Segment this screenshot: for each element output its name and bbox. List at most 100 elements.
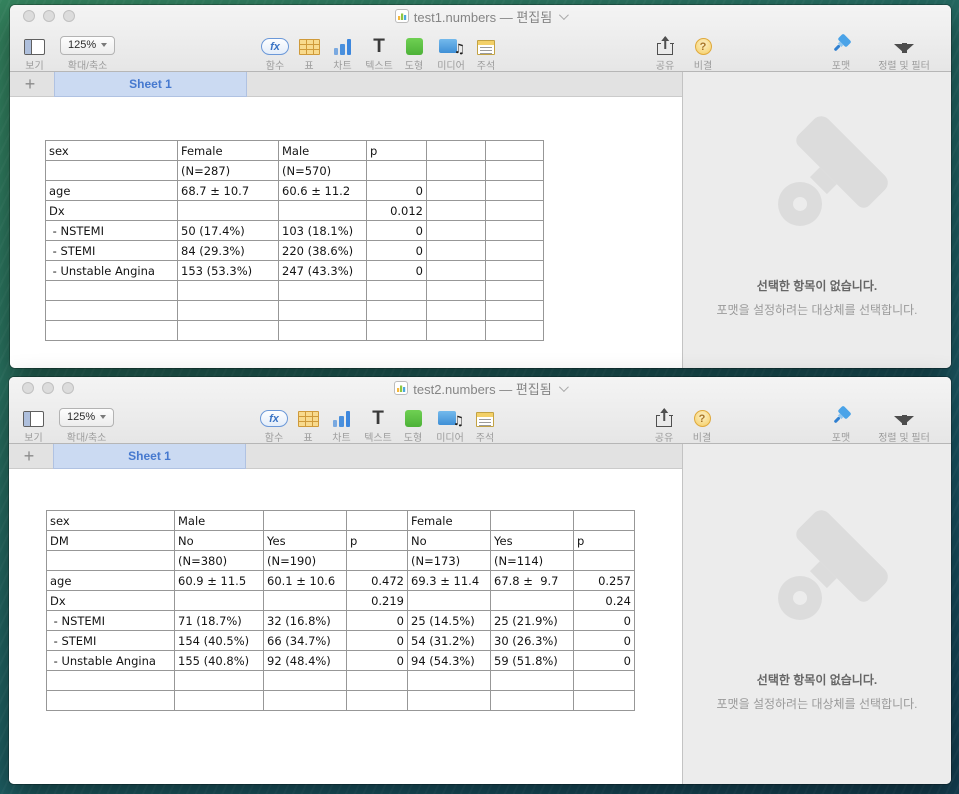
table-cell[interactable] bbox=[486, 161, 544, 181]
table-cell[interactable] bbox=[427, 261, 486, 281]
table-cell[interactable] bbox=[574, 671, 635, 691]
help-button[interactable]: ? 비결 bbox=[688, 30, 718, 72]
table-button[interactable]: 표 bbox=[294, 30, 324, 72]
table-cell[interactable]: Dx bbox=[46, 201, 178, 221]
table-cell[interactable] bbox=[427, 161, 486, 181]
sheet-tab-active[interactable]: Sheet 1 bbox=[53, 444, 246, 469]
add-sheet-button[interactable]: + bbox=[19, 445, 39, 467]
table-cell[interactable]: 50 (17.4%) bbox=[178, 221, 279, 241]
table-cell[interactable]: sex bbox=[47, 511, 175, 531]
table-cell[interactable]: No bbox=[408, 531, 491, 551]
table-cell[interactable]: 0.472 bbox=[347, 571, 408, 591]
table-cell[interactable] bbox=[427, 201, 486, 221]
table-cell[interactable] bbox=[427, 301, 486, 321]
table-cell[interactable] bbox=[486, 241, 544, 261]
title-chevron-icon[interactable] bbox=[559, 10, 569, 20]
table-cell[interactable]: (N=380) bbox=[175, 551, 264, 571]
format-button[interactable]: 포맷 bbox=[821, 30, 861, 72]
table-cell[interactable]: - NSTEMI bbox=[47, 611, 175, 631]
table-cell[interactable] bbox=[491, 671, 574, 691]
table-cell[interactable] bbox=[408, 691, 491, 711]
table-cell[interactable]: 30 (26.3%) bbox=[491, 631, 574, 651]
table-cell[interactable]: 84 (29.3%) bbox=[178, 241, 279, 261]
table-cell[interactable] bbox=[491, 691, 574, 711]
table-cell[interactable] bbox=[427, 141, 486, 161]
zoom-control[interactable]: 125% 확대/축소 bbox=[59, 402, 114, 444]
table-cell[interactable]: 153 (53.3%) bbox=[178, 261, 279, 281]
text-button[interactable]: T 텍스트 bbox=[360, 402, 396, 444]
table-cell[interactable]: Female bbox=[408, 511, 491, 531]
zoom-window-button[interactable] bbox=[62, 382, 74, 394]
table-cell[interactable]: 66 (34.7%) bbox=[264, 631, 347, 651]
sheet-canvas[interactable]: sexMaleFemaleDMNoYespNoYesp(N=380)(N=190… bbox=[9, 469, 682, 784]
media-button[interactable]: ♫ 미디어 bbox=[431, 30, 471, 72]
table-cell[interactable]: 0 bbox=[347, 651, 408, 671]
text-button[interactable]: T 텍스트 bbox=[361, 30, 397, 72]
close-button[interactable] bbox=[22, 382, 34, 394]
table-cell[interactable]: - Unstable Angina bbox=[47, 651, 175, 671]
table-cell[interactable] bbox=[46, 281, 178, 301]
table-cell[interactable] bbox=[574, 691, 635, 711]
table-cell[interactable]: 0 bbox=[574, 631, 635, 651]
table-cell[interactable] bbox=[46, 161, 178, 181]
table-cell[interactable] bbox=[279, 321, 367, 341]
table-cell[interactable]: 69.3 ± 11.4 bbox=[408, 571, 491, 591]
table-cell[interactable] bbox=[427, 221, 486, 241]
table-cell[interactable] bbox=[427, 281, 486, 301]
table-cell[interactable] bbox=[47, 551, 175, 571]
table-cell[interactable] bbox=[427, 241, 486, 261]
table-cell[interactable]: 0 bbox=[367, 181, 427, 201]
comment-button[interactable]: 주석 bbox=[471, 30, 501, 72]
zoom-dropdown[interactable]: 125% bbox=[60, 36, 115, 55]
table-cell[interactable]: 32 (16.8%) bbox=[264, 611, 347, 631]
table-cell[interactable]: age bbox=[47, 571, 175, 591]
table-cell[interactable]: 59 (51.8%) bbox=[491, 651, 574, 671]
table-cell[interactable] bbox=[408, 671, 491, 691]
table-cell[interactable] bbox=[367, 161, 427, 181]
table-cell[interactable] bbox=[264, 591, 347, 611]
table-cell[interactable]: 155 (40.8%) bbox=[175, 651, 264, 671]
comment-button[interactable]: 주석 bbox=[470, 402, 500, 444]
table-cell[interactable] bbox=[279, 301, 367, 321]
table-cell[interactable]: - Unstable Angina bbox=[46, 261, 178, 281]
table-cell[interactable]: 154 (40.5%) bbox=[175, 631, 264, 651]
table-cell[interactable] bbox=[574, 511, 635, 531]
zoom-dropdown[interactable]: 125% bbox=[59, 408, 114, 427]
table-cell[interactable]: 0 bbox=[347, 631, 408, 651]
table-cell[interactable]: 247 (43.3%) bbox=[279, 261, 367, 281]
table-cell[interactable]: 0 bbox=[347, 611, 408, 631]
table-cell[interactable] bbox=[367, 281, 427, 301]
add-sheet-button[interactable]: + bbox=[20, 73, 40, 95]
table-cell[interactable] bbox=[178, 201, 279, 221]
table-cell[interactable]: Yes bbox=[264, 531, 347, 551]
share-button[interactable]: 공유 bbox=[649, 402, 679, 444]
table-cell[interactable]: - STEMI bbox=[46, 241, 178, 261]
shape-button[interactable]: 도형 bbox=[397, 30, 431, 72]
table-cell[interactable] bbox=[178, 301, 279, 321]
function-button[interactable]: fx 함수 bbox=[255, 402, 293, 444]
table-cell[interactable]: (N=190) bbox=[264, 551, 347, 571]
table-cell[interactable]: (N=173) bbox=[408, 551, 491, 571]
table-cell[interactable]: 71 (18.7%) bbox=[175, 611, 264, 631]
table-cell[interactable] bbox=[491, 591, 574, 611]
table-cell[interactable] bbox=[347, 691, 408, 711]
table-cell[interactable] bbox=[427, 321, 486, 341]
table-cell[interactable] bbox=[347, 671, 408, 691]
table-cell[interactable] bbox=[486, 301, 544, 321]
zoom-window-button[interactable] bbox=[63, 10, 75, 22]
table-cell[interactable] bbox=[264, 671, 347, 691]
table-cell[interactable] bbox=[175, 691, 264, 711]
table-cell[interactable]: 0.219 bbox=[347, 591, 408, 611]
table-cell[interactable] bbox=[574, 551, 635, 571]
table-cell[interactable]: 68.7 ± 10.7 bbox=[178, 181, 279, 201]
table-cell[interactable] bbox=[486, 181, 544, 201]
minimize-button[interactable] bbox=[43, 10, 55, 22]
function-button[interactable]: fx 함수 bbox=[256, 30, 294, 72]
table-cell[interactable] bbox=[367, 321, 427, 341]
table-cell[interactable] bbox=[46, 321, 178, 341]
table-cell[interactable]: Female bbox=[178, 141, 279, 161]
table-cell[interactable]: 0.012 bbox=[367, 201, 427, 221]
table-cell[interactable]: 0 bbox=[367, 221, 427, 241]
table-cell[interactable]: 25 (14.5%) bbox=[408, 611, 491, 631]
table-cell[interactable]: 60.1 ± 10.6 bbox=[264, 571, 347, 591]
